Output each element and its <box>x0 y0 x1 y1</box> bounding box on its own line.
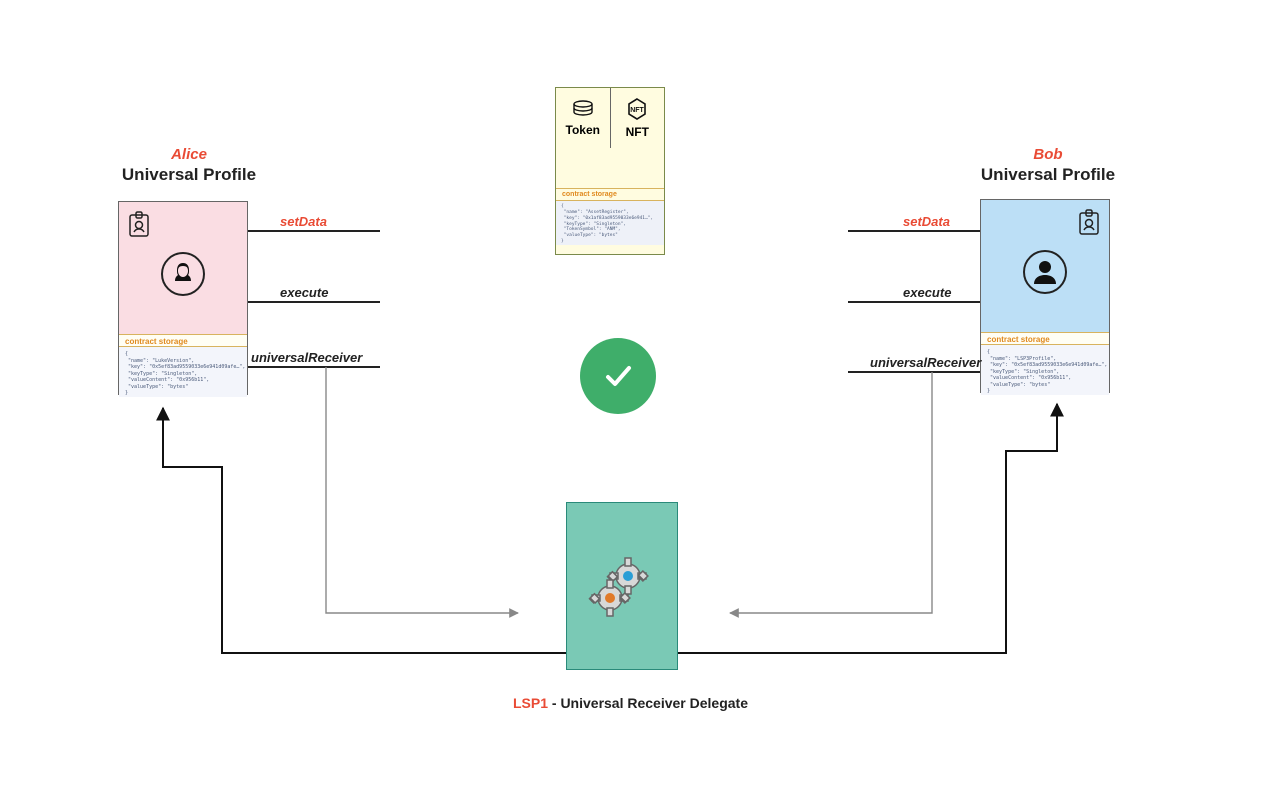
token-storage-label: contract storage <box>556 188 664 201</box>
alice-ur-label: universalReceiver <box>251 350 362 365</box>
coins-icon <box>571 99 595 119</box>
nft-col: NFT NFT <box>611 88 665 148</box>
alice-execute-label: execute <box>280 285 328 300</box>
bob-ur-line <box>848 371 980 373</box>
bob-setdata-label: setData <box>903 214 950 229</box>
gears-icon <box>582 546 662 626</box>
token-nft-card: Token NFT NFT contract storage { "name":… <box>555 87 665 255</box>
token-col: Token <box>556 88 611 148</box>
caption: LSP1 - Universal Receiver Delegate <box>0 695 1261 711</box>
alice-title: Alice Universal Profile <box>89 146 289 185</box>
alice-execute-line <box>248 301 380 303</box>
check-circle <box>580 338 656 414</box>
token-storage-body: { "name": "AssetRegister", "key": "0x1af… <box>556 201 664 245</box>
nft-label: NFT <box>626 125 649 139</box>
alice-subtitle: Universal Profile <box>89 165 289 185</box>
svg-text:NFT: NFT <box>630 107 644 114</box>
urd-box <box>566 502 678 670</box>
bob-execute-label: execute <box>903 285 951 300</box>
caption-lsp: LSP1 <box>513 695 548 711</box>
bob-storage-label: contract storage <box>981 332 1109 345</box>
bob-subtitle: Universal Profile <box>948 165 1148 185</box>
bob-profile-card: contract storage { "name": "LSP3Profile"… <box>980 199 1110 393</box>
alice-storage-body: { "name": "LukeVersion", "key": "0x5ef83… <box>119 347 247 397</box>
alice-profile-card: contract storage { "name": "LukeVersion"… <box>118 201 248 395</box>
bob-card-top <box>981 200 1109 332</box>
diagram-canvas: Alice Universal Profile contract storage… <box>0 0 1261 792</box>
alice-card-top <box>119 202 247 334</box>
bob-setdata-line <box>848 230 980 232</box>
bob-storage-body: { "name": "LSP3Profile", "key": "0x5ef83… <box>981 345 1109 395</box>
male-avatar-icon <box>1023 250 1067 294</box>
bob-ur-label: universalReceiver <box>870 355 981 370</box>
alice-setdata-line <box>248 230 380 232</box>
female-avatar-icon <box>161 252 205 296</box>
token-nft-row: Token NFT NFT <box>556 88 664 148</box>
nft-hex-icon: NFT <box>625 97 649 121</box>
alice-name: Alice <box>89 146 289 163</box>
caption-rest: - Universal Receiver Delegate <box>548 695 748 711</box>
bob-title: Bob Universal Profile <box>948 146 1148 185</box>
check-icon <box>598 356 638 396</box>
bob-name: Bob <box>948 146 1148 163</box>
alice-ur-line <box>248 366 380 368</box>
bob-execute-line <box>848 301 980 303</box>
token-label: Token <box>566 123 600 137</box>
id-badge-icon <box>127 210 151 238</box>
alice-setdata-label: setData <box>280 214 327 229</box>
alice-storage-label: contract storage <box>119 334 247 347</box>
id-badge-icon <box>1077 208 1101 236</box>
